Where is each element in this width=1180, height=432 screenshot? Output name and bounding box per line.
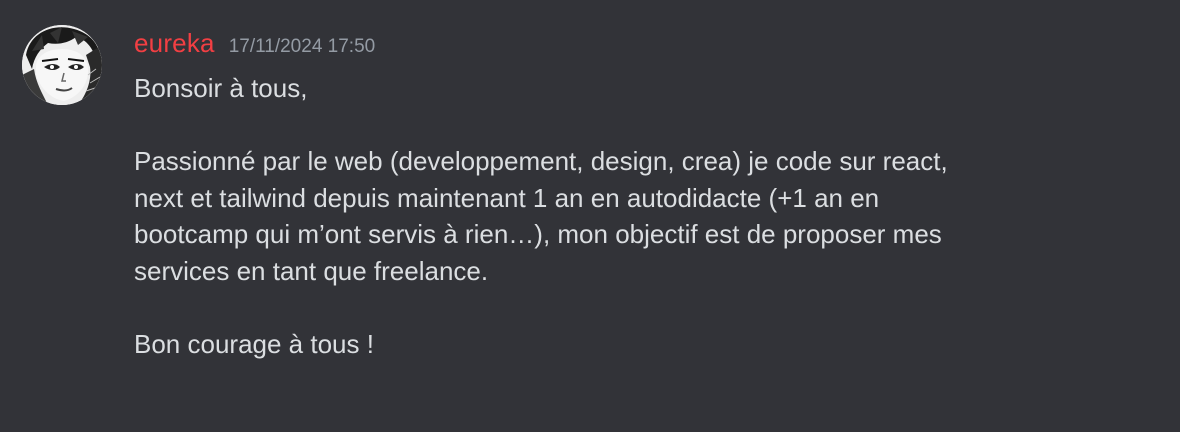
message-line: Bonsoir à tous, bbox=[134, 73, 308, 103]
message-line: Bon courage à tous ! bbox=[134, 328, 374, 359]
message-line: Passionné par le web (developpement, des… bbox=[134, 146, 948, 176]
message-header: eureka 17/11/2024 17:50 bbox=[134, 28, 1160, 62]
manga-character-avatar-icon bbox=[22, 25, 102, 105]
message-line: next et tailwind depuis maintenant 1 an … bbox=[134, 182, 880, 213]
avatar[interactable] bbox=[22, 25, 102, 105]
message-line: bootcamp qui m’ont servis à rien…), mon … bbox=[134, 219, 942, 249]
message-timestamp[interactable]: 17/11/2024 17:50 bbox=[229, 36, 376, 58]
message-line: services en tant que freelance. bbox=[134, 255, 489, 286]
chat-message: eureka 17/11/2024 17:50 Bonsoir à tous, … bbox=[0, 0, 1180, 432]
message-content: eureka 17/11/2024 17:50 Bonsoir à tous, … bbox=[134, 28, 1160, 362]
username[interactable]: eureka bbox=[134, 28, 215, 59]
message-body: Bonsoir à tous, Passionné par le web (de… bbox=[134, 70, 1160, 362]
